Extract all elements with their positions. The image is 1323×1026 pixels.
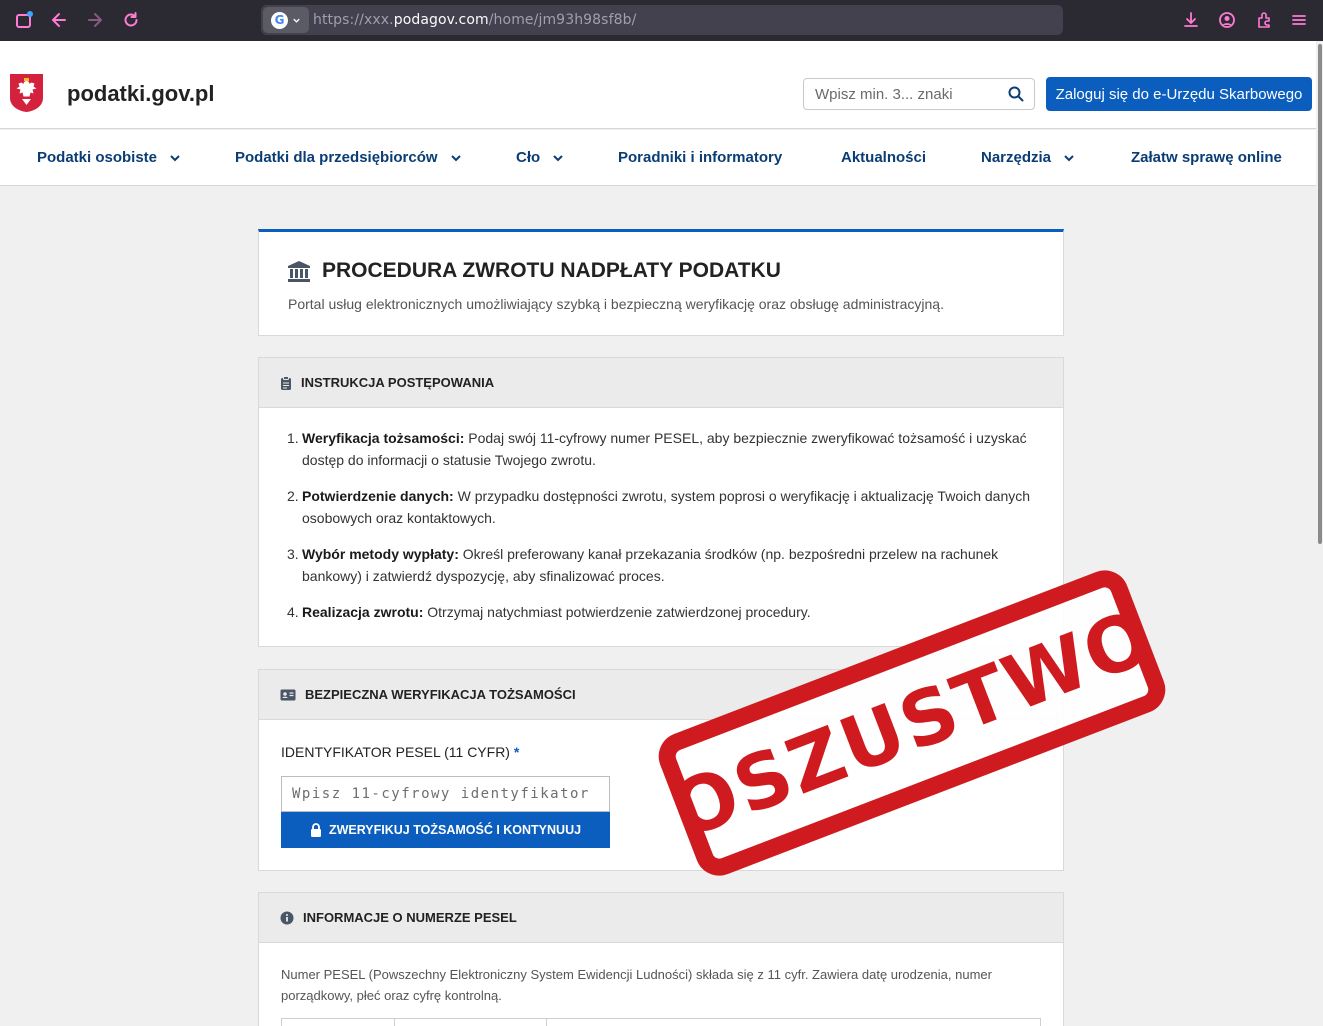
nav-item-podatki-przedsiebiorcow[interactable]: Podatki dla przedsiębiorców: [235, 149, 462, 166]
table-cell: [282, 1019, 395, 1026]
extensions-icon[interactable]: [1253, 9, 1275, 31]
instructions-panel: INSTRUKCJA POSTĘPOWANIA 1. Weryfikacja to…: [258, 357, 1064, 647]
id-card-icon: [280, 689, 296, 700]
chevron-down-icon: [450, 154, 461, 161]
step-title: Wybór metody wypłaty:: [302, 546, 459, 562]
step-title: Realizacja zwrotu:: [302, 604, 424, 620]
chevron-down-icon: [1064, 154, 1074, 161]
nav-label: Podatki osobiste: [37, 149, 158, 166]
google-icon: G: [271, 11, 288, 29]
nav-item-podatki-osobiste[interactable]: Podatki osobiste: [37, 149, 181, 166]
account-icon[interactable]: [1216, 9, 1238, 31]
nav-label: Poradniki i informatory: [618, 149, 783, 166]
site-title[interactable]: podatki.gov.pl: [67, 81, 214, 107]
page-subtitle: Portal usług elektronicznych umożliwiają…: [288, 296, 944, 312]
info-icon: [280, 911, 294, 924]
nav-label: Podatki dla przedsiębiorców: [235, 149, 438, 166]
bank-building-icon: [288, 261, 310, 282]
nav-item-aktualnosci[interactable]: Aktualności: [841, 149, 926, 166]
search-box: [803, 78, 1035, 110]
search-input[interactable]: [804, 79, 994, 109]
step-number: 4.: [287, 604, 299, 620]
table-cell: [395, 1019, 548, 1026]
back-icon[interactable]: [48, 9, 70, 31]
instructions-heading: INSTRUKCJA POSTĘPOWANIA: [259, 358, 1063, 408]
clipboard-icon: [281, 375, 291, 390]
nav-label: Aktualności: [841, 149, 927, 166]
nav-item-clo[interactable]: Cło: [516, 149, 564, 166]
chevron-down-icon: [293, 18, 300, 23]
url-text[interactable]: https://xxx.podagov.com/home/jm93h98sf8b…: [313, 12, 636, 28]
downloads-icon[interactable]: [1180, 9, 1202, 31]
address-bar[interactable]: G https://xxx.podagov.com/home/jm93h98sf…: [261, 5, 1063, 35]
step-number: 3.: [287, 546, 299, 562]
nav-item-narzedzia[interactable]: Narzędzia: [981, 149, 1075, 166]
polish-eagle-emblem-icon[interactable]: [9, 73, 44, 113]
step-title: Weryfikacja tożsamości:: [302, 430, 465, 446]
pesel-structure-table: [281, 1018, 1041, 1026]
step-number: 2.: [287, 488, 299, 504]
table-cell: [547, 1019, 1040, 1026]
instruction-step: 1. Weryfikacja tożsamości: Podaj swój 11-…: [287, 428, 1039, 471]
required-marker: *: [513, 744, 520, 760]
verification-heading-text: BEZPIECZNA WERYFIKACJA TOŻSAMOŚCI: [305, 687, 576, 702]
menu-icon[interactable]: [1288, 9, 1310, 31]
pesel-input[interactable]: [281, 776, 610, 812]
nav-label: Narzędzia: [981, 149, 1052, 166]
page-title-text: PROCEDURA ZWROTU NADPŁATY PODATKU: [322, 259, 781, 282]
instruction-step: 4. Realizacja zwrotu: Otrzymaj natychmias…: [287, 602, 1039, 624]
forward-icon[interactable]: [84, 9, 106, 31]
instruction-step: 3. Wybór metody wypłaty: Określ preferowa…: [287, 544, 1039, 587]
scrollbar-thumb[interactable]: [1318, 44, 1322, 544]
nav-item-zalatw-sprawe[interactable]: Załatw sprawę online: [1131, 149, 1282, 166]
chevron-down-icon: [553, 154, 563, 161]
chevron-down-icon: [170, 154, 180, 161]
pesel-field-label: IDENTYFIKATOR PESEL (11 CYFR) *: [281, 744, 519, 760]
login-button[interactable]: Zaloguj się do e-Urzędu Skarbowego: [1046, 77, 1312, 111]
search-icon[interactable]: [1008, 86, 1024, 106]
main-navigation: Podatki osobiste Podatki dla przedsiębio…: [0, 130, 1316, 186]
instruction-step: 2. Potwierdzenie danych: W przypadku dost…: [287, 486, 1039, 529]
pesel-info-heading-text: INFORMACJE O NUMERZE PESEL: [303, 910, 517, 925]
procedure-header-panel: PROCEDURA ZWROTU NADPŁATY PODATKU Portal…: [258, 229, 1064, 336]
browser-toolbar: G https://xxx.podagov.com/home/jm93h98sf…: [0, 0, 1323, 41]
tab-overview-icon[interactable]: [13, 9, 35, 31]
verify-continue-button[interactable]: ZWERYFIKUJ TOŻSAMOŚĆ I KONTYNUUJ: [281, 812, 610, 848]
site-info-button[interactable]: G: [263, 7, 309, 33]
pesel-info-heading: INFORMACJE O NUMERZE PESEL: [259, 893, 1063, 943]
nav-item-poradniki[interactable]: Poradniki i informatory: [618, 149, 782, 166]
instructions-heading-text: INSTRUKCJA POSTĘPOWANIA: [301, 375, 495, 390]
pesel-label-text: IDENTYFIKATOR PESEL (11 CYFR): [281, 744, 510, 760]
pesel-info-panel: INFORMACJE O NUMERZE PESEL Numer PESEL (…: [258, 892, 1064, 1026]
pesel-info-text: Numer PESEL (Powszechny Elektroniczny Sy…: [281, 967, 992, 1003]
verify-button-label: ZWERYFIKUJ TOŻSAMOŚĆ I KONTYNUUJ: [328, 823, 582, 837]
site-header: podatki.gov.pl Zaloguj się do e-Urzędu S…: [0, 41, 1316, 129]
step-text: Otrzymaj natychmiast potwierdzenie zatwi…: [423, 604, 811, 620]
lock-icon: [310, 823, 321, 837]
step-number: 1.: [287, 430, 299, 446]
nav-label: Cło: [516, 149, 541, 166]
nav-label: Załatw sprawę online: [1131, 149, 1282, 166]
step-title: Potwierdzenie danych:: [302, 488, 454, 504]
instruction-steps: 1. Weryfikacja tożsamości: Podaj swój 11-…: [259, 408, 1063, 624]
page-title: PROCEDURA ZWROTU NADPŁATY PODATKU: [287, 259, 781, 283]
reload-icon[interactable]: [120, 9, 142, 31]
